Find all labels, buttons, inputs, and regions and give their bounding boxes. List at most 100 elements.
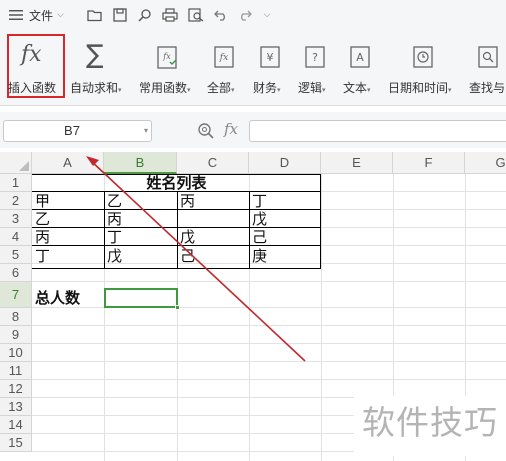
file-menu-label: 文件 — [29, 8, 54, 23]
text-a-icon: A — [350, 46, 370, 71]
lookup-reference-label: 查找与引 — [469, 81, 506, 95]
row-header-1[interactable]: 1 — [0, 174, 32, 192]
cell-d3[interactable]: 戊 — [249, 210, 321, 228]
chevron-down-icon[interactable]: ▾ — [144, 121, 148, 141]
file-menu[interactable]: 文件 ⌵ — [9, 0, 64, 30]
all-functions-button[interactable]: fx 全部▾ — [204, 32, 244, 102]
grid-line — [32, 361, 506, 362]
row-header-13[interactable]: 13 — [0, 398, 32, 416]
svg-text:¥: ¥ — [267, 51, 274, 64]
cell-a2[interactable]: 甲 — [32, 192, 104, 210]
row-header-2[interactable]: 2 — [0, 192, 32, 210]
grid-line — [321, 174, 322, 461]
column-header-a[interactable]: A — [32, 152, 104, 174]
redo-icon[interactable] — [237, 8, 253, 22]
zoom-search-icon[interactable] — [197, 122, 215, 143]
name-box-value: B7 — [64, 123, 80, 138]
name-box[interactable]: B7 ▾ — [3, 120, 152, 142]
svg-text:fx: fx — [162, 52, 171, 61]
function-book-icon: fx — [156, 46, 178, 73]
row-header-3[interactable]: 3 — [0, 210, 32, 228]
row-header-15[interactable]: 15 — [0, 434, 32, 452]
yen-icon: ¥ — [260, 46, 280, 71]
menu-bar: 文件 ⌵ ⌵ — [0, 0, 506, 30]
cell-d4[interactable]: 己 — [249, 228, 321, 246]
common-functions-button[interactable]: fx 常用函数▾ — [138, 32, 198, 102]
select-all-corner[interactable] — [0, 152, 32, 174]
date-time-button[interactable]: 日期和时间▾ — [386, 32, 460, 102]
row-header-9[interactable]: 9 — [0, 326, 32, 344]
cell-a5[interactable]: 丁 — [32, 247, 104, 265]
cell-b4[interactable]: 丁 — [104, 228, 177, 246]
cell-b5[interactable]: 戊 — [104, 247, 177, 265]
undo-icon[interactable] — [213, 8, 229, 22]
cell-b2[interactable]: 乙 — [104, 192, 177, 210]
cell-a4[interactable]: 丙 — [32, 228, 104, 246]
cell-c2[interactable]: 丙 — [177, 192, 249, 210]
cell-a7-total-label[interactable]: 总人数 — [32, 289, 104, 307]
insert-function-button[interactable]: fx 插入函数 — [7, 32, 65, 102]
cell-b3[interactable]: 丙 — [104, 210, 177, 228]
row-header-7[interactable]: 7 — [0, 282, 32, 308]
grid-line — [32, 379, 506, 380]
sigma-icon: ∑ — [86, 40, 104, 70]
autosum-button[interactable]: ∑ 自动求和▾ — [70, 32, 128, 102]
row-header-8[interactable]: 8 — [0, 308, 32, 326]
svg-text:fx: fx — [219, 53, 228, 63]
cell-c3[interactable] — [177, 210, 249, 228]
print-icon[interactable] — [162, 8, 178, 22]
lookup-icon — [478, 46, 498, 71]
grid-line — [32, 281, 506, 282]
formula-ribbon: fx 插入函数 ∑ 自动求和▾ fx 常用函数▾ fx 全部▾ ¥ 财务▾ ? … — [0, 30, 506, 106]
column-header-g[interactable]: G — [465, 152, 506, 174]
financial-label: 财务▾ — [253, 81, 281, 95]
row-header-6[interactable]: 6 — [0, 264, 32, 282]
column-header-b[interactable]: B — [104, 152, 177, 174]
fill-handle[interactable] — [175, 305, 180, 310]
clock-icon — [413, 46, 433, 71]
text-button[interactable]: A 文本▾ — [340, 32, 380, 102]
all-functions-icon: fx — [214, 46, 234, 71]
formula-input[interactable] — [249, 120, 506, 142]
find-icon[interactable] — [137, 8, 153, 22]
row-header-10[interactable]: 10 — [0, 344, 32, 362]
insert-fx-icon[interactable]: fx — [224, 120, 238, 138]
row-header-5[interactable]: 5 — [0, 246, 32, 264]
financial-button[interactable]: ¥ 财务▾ — [250, 32, 290, 102]
cell-d2[interactable]: 丁 — [249, 192, 321, 210]
column-header-e[interactable]: E — [321, 152, 393, 174]
autosum-label: 自动求和▾ — [70, 81, 122, 95]
cell-c5[interactable]: 己 — [177, 247, 249, 265]
print-preview-icon[interactable] — [188, 8, 204, 22]
text-label: 文本▾ — [343, 81, 371, 95]
active-cell-b7[interactable] — [104, 288, 178, 308]
lookup-reference-button[interactable]: 查找与引 — [466, 32, 506, 102]
date-time-label: 日期和时间▾ — [388, 81, 452, 95]
chevron-down-icon[interactable]: ⌵ — [259, 8, 275, 22]
svg-text:A: A — [356, 51, 364, 64]
save-icon[interactable] — [112, 8, 128, 22]
table-title[interactable]: 姓名列表 — [104, 174, 249, 192]
column-header-d[interactable]: D — [249, 152, 321, 174]
row-header-11[interactable]: 11 — [0, 362, 32, 380]
logical-button[interactable]: ? 逻辑▾ — [295, 32, 335, 102]
grid-line — [32, 325, 506, 326]
row-header-12[interactable]: 12 — [0, 380, 32, 398]
column-header-c[interactable]: C — [177, 152, 249, 174]
cell-c4[interactable]: 戊 — [177, 228, 249, 246]
row-header-4[interactable]: 4 — [0, 228, 32, 246]
cell-a3[interactable]: 乙 — [32, 210, 104, 228]
cell-d5[interactable]: 庚 — [249, 247, 321, 265]
logical-label: 逻辑▾ — [298, 81, 326, 95]
open-folder-icon[interactable] — [87, 8, 103, 22]
row-header-14[interactable]: 14 — [0, 416, 32, 434]
question-icon: ? — [305, 46, 325, 71]
grid-line — [32, 343, 506, 344]
all-functions-label: 全部▾ — [207, 81, 235, 95]
column-header-f[interactable]: F — [393, 152, 465, 174]
fx-icon: fx — [21, 42, 42, 67]
chevron-down-icon: ⌵ — [57, 10, 64, 20]
insert-function-label: 插入函数 — [8, 81, 57, 95]
svg-text:?: ? — [312, 51, 318, 64]
hamburger-menu-icon — [9, 10, 23, 20]
